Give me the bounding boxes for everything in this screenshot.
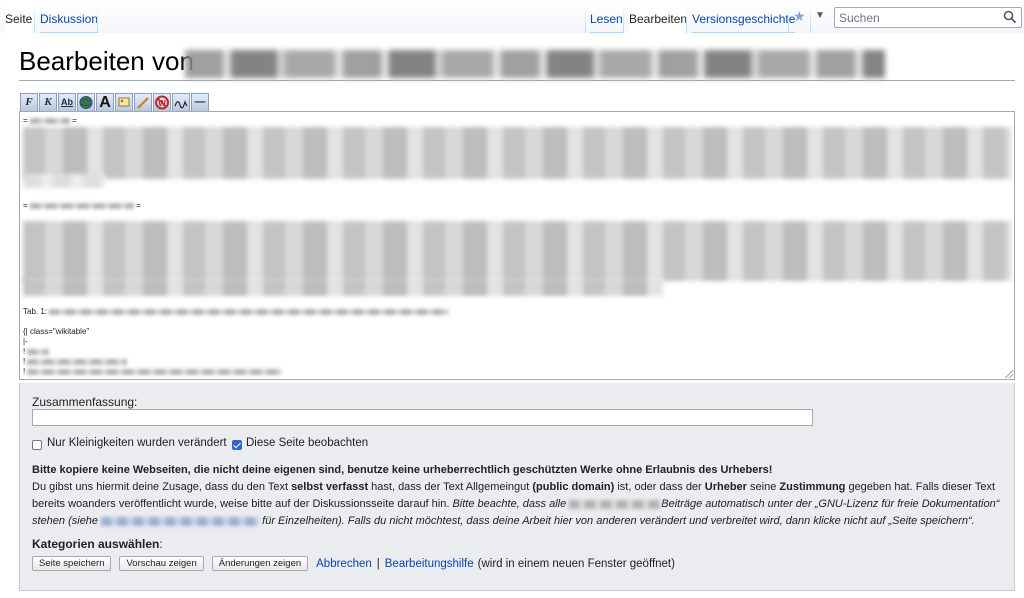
image-icon bbox=[118, 97, 130, 107]
cancel-link[interactable]: Abbrechen bbox=[316, 558, 372, 570]
edit-help-link[interactable]: Bearbeitungshilfe bbox=[385, 558, 474, 570]
tab-edit[interactable]: Bearbeiten bbox=[629, 0, 688, 33]
search-icon[interactable] bbox=[1003, 10, 1017, 24]
tab-separator bbox=[686, 6, 687, 33]
wikitext-editor[interactable]: = = = = Tab. 1: {| class="wikitable" |- … bbox=[19, 111, 1015, 380]
tab-history[interactable]: Versionsgeschichte bbox=[692, 0, 796, 33]
resize-handle[interactable] bbox=[1005, 370, 1013, 378]
nowiki-icon: W bbox=[155, 95, 169, 110]
horizontal-line-button[interactable]: — bbox=[191, 93, 209, 112]
tab-separator bbox=[585, 6, 586, 33]
redacted-text bbox=[49, 308, 450, 315]
tab-separator bbox=[34, 6, 35, 33]
editor-line-table-header: ! bbox=[23, 347, 50, 356]
tab-separator bbox=[788, 6, 789, 33]
redacted-text bbox=[29, 202, 134, 209]
show-changes-button[interactable]: Änderungen zeigen bbox=[211, 556, 309, 571]
header-marker: ! bbox=[23, 357, 26, 366]
signature-button[interactable] bbox=[172, 93, 190, 112]
license-text: Du gibst uns hiermit deine Zusage, dass … bbox=[32, 481, 1000, 527]
summary-label: Zusammenfassung: bbox=[32, 395, 138, 409]
preview-button[interactable]: Vorschau zeigen bbox=[119, 556, 204, 571]
header-marker: ! bbox=[23, 367, 26, 376]
nowiki-button[interactable]: W bbox=[153, 93, 171, 112]
title-divider bbox=[19, 80, 1015, 81]
search-box bbox=[834, 7, 1022, 28]
heading-marker: = bbox=[133, 201, 141, 210]
external-link-button[interactable] bbox=[77, 93, 95, 112]
redacted-site-name bbox=[569, 499, 662, 509]
redacted-paragraph bbox=[23, 127, 1011, 179]
summary-input[interactable] bbox=[32, 409, 813, 426]
edit-options: Zusammenfassung: Nur Kleinigkeiten wurde… bbox=[19, 383, 1015, 591]
signature-icon bbox=[174, 100, 188, 109]
bold-button[interactable]: F bbox=[20, 93, 38, 112]
heading-marker: = bbox=[69, 116, 77, 125]
globe-icon bbox=[79, 96, 93, 109]
watch-page-checkbox[interactable] bbox=[232, 440, 242, 450]
watch-page-label[interactable]: Diese Seite beobachten bbox=[246, 437, 368, 449]
editor-line-heading-1: = = bbox=[23, 116, 77, 125]
license-link[interactable] bbox=[101, 515, 260, 527]
redacted-text bbox=[27, 368, 283, 375]
tab-separator bbox=[810, 6, 811, 33]
categories-label: Kategorien auswählen: bbox=[32, 537, 163, 551]
redacted-paragraph bbox=[23, 174, 105, 188]
edit-toolbar: F K Ab A W — bbox=[20, 93, 210, 112]
editor-line-table-header: ! bbox=[23, 357, 128, 366]
editor-line-table-start: {| class="wikitable" bbox=[23, 327, 90, 336]
help-note: (wird in einem neuen Fenster geöffnet) bbox=[477, 557, 675, 570]
save-button[interactable]: Seite speichern bbox=[32, 556, 112, 571]
search-input[interactable] bbox=[835, 8, 995, 27]
editor-line-heading-2: = = bbox=[23, 201, 141, 210]
action-row: Seite speichern Vorschau zeigen Änderung… bbox=[32, 556, 675, 571]
editor-line-caption: Tab. 1: bbox=[23, 307, 450, 316]
minor-edit-checkbox[interactable] bbox=[32, 440, 42, 450]
redacted-text bbox=[27, 348, 50, 355]
link-separator: | bbox=[376, 557, 380, 570]
italic-button[interactable]: K bbox=[39, 93, 57, 112]
image-button[interactable] bbox=[115, 93, 133, 112]
tab-read[interactable]: Lesen bbox=[590, 0, 623, 33]
editor-line-table-header: ! bbox=[23, 367, 283, 376]
copyright-notice: Bitte kopiere keine Webseiten, die nicht… bbox=[32, 462, 1007, 530]
tab-bar: Seite Diskussion Lesen Bearbeiten Versio… bbox=[0, 0, 1024, 33]
caption-prefix: Tab. 1: bbox=[23, 307, 48, 316]
page-title: Bearbeiten von bbox=[19, 46, 194, 76]
tab-separator bbox=[97, 6, 98, 33]
media-icon bbox=[137, 97, 149, 109]
editor-line-table-row: |- bbox=[23, 337, 28, 346]
redacted-text bbox=[29, 117, 70, 124]
chevron-down-icon[interactable]: ▼ bbox=[815, 10, 825, 28]
media-button[interactable] bbox=[134, 93, 152, 112]
redacted-page-name bbox=[185, 50, 885, 78]
internal-link-button[interactable]: Ab bbox=[58, 93, 76, 112]
redacted-link bbox=[101, 516, 260, 526]
heading-marker: = bbox=[23, 201, 30, 210]
minor-edit-label[interactable]: Nur Kleinigkeiten wurden verändert bbox=[47, 437, 227, 449]
tab-page[interactable]: Seite bbox=[5, 0, 33, 33]
heading-marker: = bbox=[23, 116, 30, 125]
tab-discussion[interactable]: Diskussion bbox=[40, 0, 99, 33]
redacted-paragraph bbox=[23, 221, 1011, 281]
tab-separator bbox=[623, 6, 624, 33]
star-icon[interactable]: ★ bbox=[793, 8, 806, 26]
redacted-text bbox=[27, 358, 128, 365]
copyright-warning: Bitte kopiere keine Webseiten, die nicht… bbox=[32, 464, 773, 476]
header-marker: ! bbox=[23, 347, 26, 356]
heading-button[interactable]: A bbox=[96, 93, 114, 112]
redacted-paragraph bbox=[23, 278, 663, 296]
